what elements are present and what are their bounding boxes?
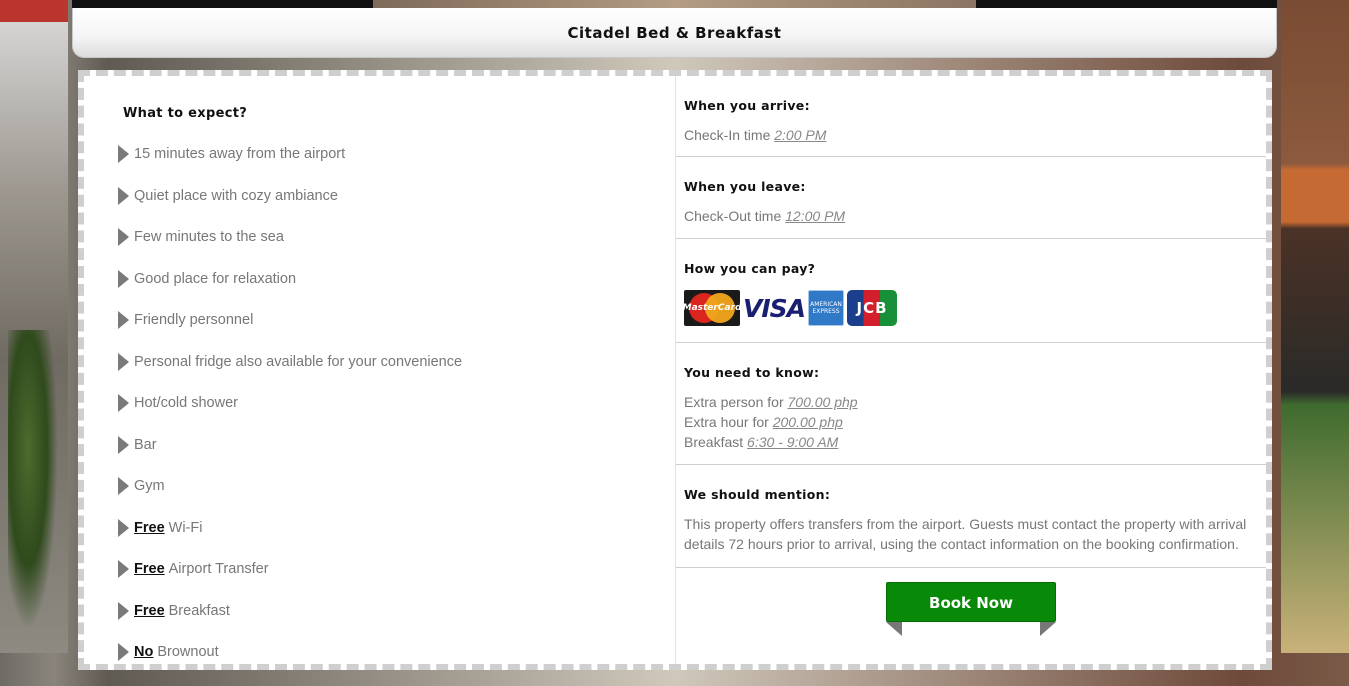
ribbon-fold-left	[886, 622, 902, 636]
feature-text: 15 minutes away from the airport	[134, 146, 346, 162]
feature-text: Brownout	[157, 644, 219, 660]
arrow-right-icon	[118, 477, 129, 495]
content-panel: What to expect? 15 minutes away from the…	[78, 70, 1272, 670]
list-item: Hot/cold shower	[118, 394, 462, 437]
feature-text: Good place for relaxation	[134, 270, 297, 287]
jcb-logo: JCB	[847, 290, 897, 326]
mention-text: This property offers transfers from the …	[684, 516, 1247, 552]
expect-heading: What to expect?	[123, 106, 248, 121]
feature-prefix: Free	[134, 602, 165, 619]
arrow-right-icon	[118, 394, 129, 412]
feature-prefix: Free	[134, 561, 165, 577]
arrow-right-icon	[118, 643, 129, 661]
extra-person-label: Extra person for	[684, 394, 784, 410]
list-item: Friendly personnel	[118, 311, 462, 354]
info-column: When you arrive: Check-In time 2:00 PM W…	[676, 76, 1266, 664]
arrow-right-icon	[118, 518, 129, 537]
checkout-time: 12:00 PM	[785, 208, 846, 224]
arrive-section: When you arrive: Check-In time 2:00 PM	[676, 76, 1266, 157]
amex-logo: AMERICAN EXPRESS	[808, 290, 844, 326]
list-item: Gym	[118, 477, 462, 520]
background-photo-right	[1281, 0, 1349, 653]
mastercard-logo: MasterCard	[684, 290, 740, 326]
list-item: No Brownout	[118, 643, 462, 686]
list-item: Few minutes to the sea	[118, 228, 462, 271]
list-item: Free Wi-Fi	[118, 518, 462, 562]
leave-section: When you leave: Check-Out time 12:00 PM	[676, 157, 1266, 239]
feature-text: Quiet place with cozy ambiance	[134, 187, 338, 204]
arrow-right-icon	[118, 601, 129, 620]
feature-text: Personal fridge also available for your …	[134, 353, 463, 370]
mention-heading: We should mention:	[684, 487, 831, 502]
list-item: Bar	[118, 435, 462, 479]
extra-hour-price: 200.00 php	[772, 414, 843, 430]
book-now-ribbon: Book Now	[886, 582, 1056, 638]
arrive-heading: When you arrive:	[684, 98, 810, 113]
visa-logo: VISA	[743, 290, 805, 326]
extra-person-price: 700.00 php	[787, 394, 858, 410]
mention-section: We should mention: This property offers …	[676, 465, 1266, 568]
list-item: Good place for relaxation	[118, 269, 462, 313]
arrow-right-icon	[118, 352, 129, 371]
arrow-right-icon	[118, 269, 129, 288]
book-now-button[interactable]: Book Now	[886, 582, 1056, 622]
arrow-right-icon	[118, 311, 129, 329]
arrow-right-icon	[118, 145, 129, 163]
breakfast-label: Breakfast	[684, 434, 744, 450]
background-photo-left	[0, 0, 68, 653]
feature-text: Hot/cold shower	[134, 395, 238, 411]
feature-text: Breakfast	[168, 602, 230, 619]
ribbon-fold-right	[1040, 622, 1056, 636]
feature-text: Gym	[134, 478, 165, 494]
arrow-right-icon	[118, 186, 129, 205]
checkin-label: Check-In time	[684, 127, 771, 143]
leave-heading: When you leave:	[684, 179, 806, 194]
payment-cards: MasterCard VISA AMERICAN EXPRESS JCB	[684, 290, 1266, 326]
title-bar: Citadel Bed & Breakfast	[72, 8, 1277, 58]
payment-heading: How you can pay?	[684, 261, 816, 276]
breakfast-hours: 6:30 - 9:00 AM	[747, 434, 839, 450]
arrow-right-icon	[118, 435, 129, 454]
feature-prefix: No	[134, 644, 154, 660]
arrow-right-icon	[118, 228, 129, 246]
payment-section: How you can pay? MasterCard VISA AMERICA…	[676, 239, 1266, 343]
feature-text: Friendly personnel	[134, 312, 254, 328]
feature-text: Few minutes to the sea	[134, 229, 284, 245]
arrow-right-icon	[118, 560, 129, 578]
list-item: 15 minutes away from the airport	[118, 145, 462, 188]
page-title: Citadel Bed & Breakfast	[567, 24, 782, 42]
feature-prefix: Free	[134, 519, 165, 536]
checkout-label: Check-Out time	[684, 208, 782, 224]
know-heading: You need to know:	[684, 365, 820, 380]
feature-text: Airport Transfer	[168, 561, 269, 577]
feature-text: Bar	[134, 436, 157, 453]
header-photo-strip	[72, 0, 1277, 8]
list-item: Free Airport Transfer	[118, 560, 462, 603]
feature-text: Wi-Fi	[168, 519, 203, 536]
list-item: Free Breakfast	[118, 601, 462, 645]
know-section: You need to know: Extra person for 700.0…	[676, 343, 1266, 465]
checkin-time: 2:00 PM	[774, 127, 827, 143]
feature-list: 15 minutes away from the airport Quiet p…	[118, 145, 463, 686]
header-photo	[373, 0, 976, 8]
extra-hour-label: Extra hour for	[684, 414, 769, 430]
list-item: Quiet place with cozy ambiance	[118, 186, 462, 230]
list-item: Personal fridge also available for your …	[118, 352, 463, 396]
expect-column: What to expect? 15 minutes away from the…	[84, 76, 676, 664]
